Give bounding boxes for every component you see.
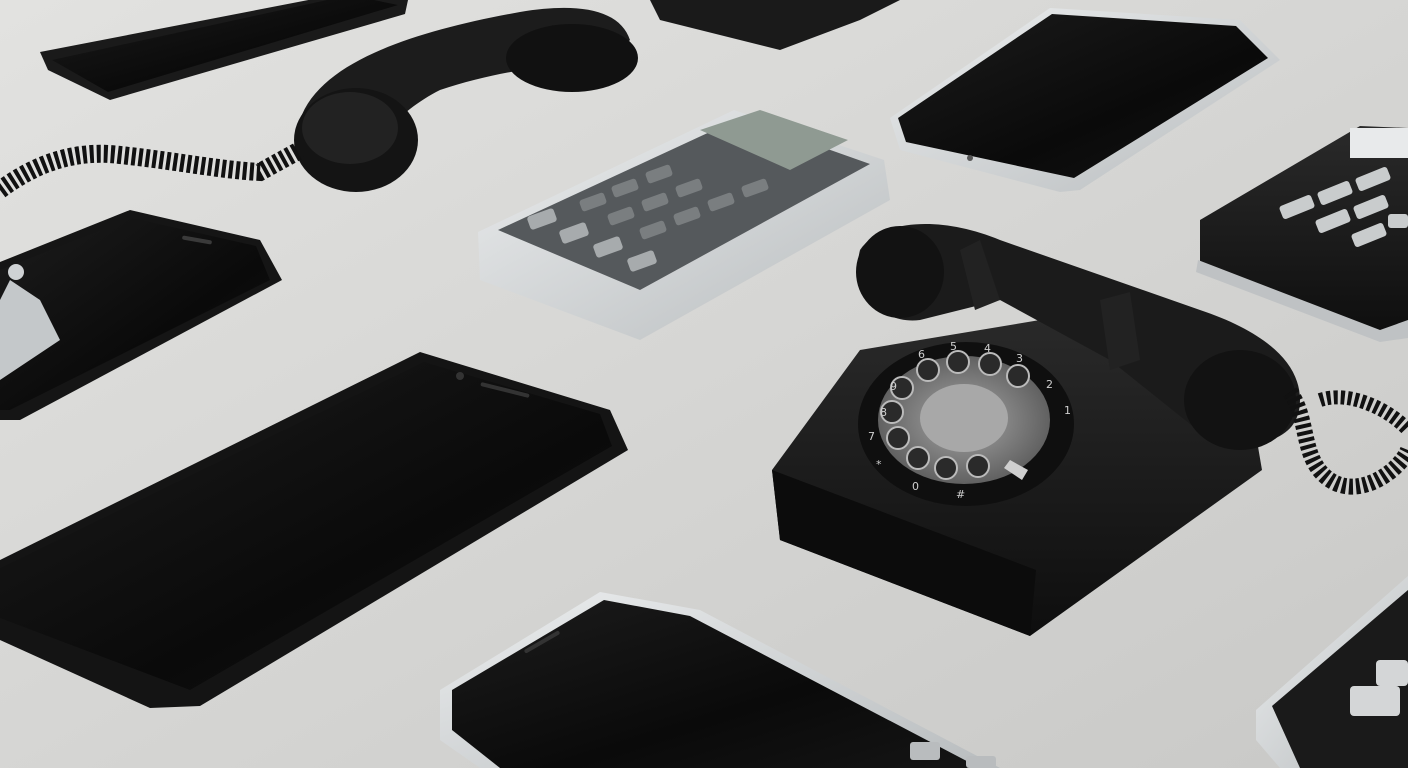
dial-symbol-star: * bbox=[876, 458, 882, 471]
dial-number-2: 2 bbox=[1046, 378, 1053, 391]
dial-number-8: 8 bbox=[880, 406, 887, 419]
dial-number-6: 6 bbox=[918, 348, 925, 361]
dial-number-4: 4 bbox=[984, 342, 991, 355]
dial-number-5: 5 bbox=[950, 340, 957, 353]
dial-symbol-hash: # bbox=[956, 488, 965, 501]
dial-number-0: 0 bbox=[912, 480, 919, 493]
keypad-key bbox=[910, 742, 940, 760]
dial-number-3: 3 bbox=[1016, 352, 1023, 365]
photo-scene: 1 2 3 4 5 6 7 8 9 0 * # bbox=[0, 0, 1408, 768]
dial-number-7: 7 bbox=[868, 430, 875, 443]
dial-number-1: 1 bbox=[1064, 404, 1071, 417]
dial-number-9: 9 bbox=[890, 380, 897, 393]
keypad-key bbox=[966, 756, 996, 768]
